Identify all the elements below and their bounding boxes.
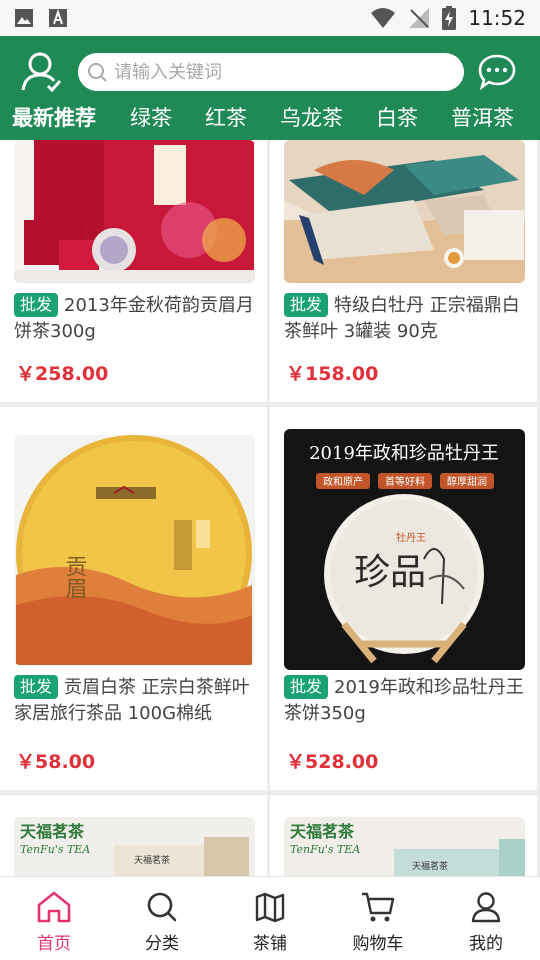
brand-logo-text: 天福茗茶 <box>20 822 85 841</box>
product-card[interactable]: 批发 2013年金秋荷韵贡眉月饼茶300g ￥258.00 <box>0 140 267 402</box>
product-title-block[interactable]: 批发 贡眉白茶 正宗白茶鲜叶 家居旅行茶品 100G棉纸 <box>14 675 259 727</box>
product-price: ￥158.00 <box>286 363 379 385</box>
product-title-block[interactable]: 批发 2019年政和珍品牡丹王茶饼350g <box>284 675 529 727</box>
profile-button[interactable] <box>20 50 62 93</box>
tab-white-tea[interactable]: 白茶 <box>376 102 418 132</box>
box-brand-text: 天福茗茶 <box>412 860 448 872</box>
tab-puer[interactable]: 普洱茶 <box>451 102 514 132</box>
status-bar: 11:52 <box>0 0 540 36</box>
user-check-icon <box>21 52 62 93</box>
nav-home[interactable]: 首页 <box>0 877 108 960</box>
nav-label: 首页 <box>37 934 71 954</box>
font-notification-icon <box>49 8 67 27</box>
messages-button[interactable] <box>478 53 516 91</box>
wholesale-badge: 批发 <box>284 293 329 317</box>
category-tabs: 最新推荐 绿茶 红茶 乌龙茶 白茶 普洱茶 <box>0 102 540 136</box>
tab-black-tea[interactable]: 红茶 <box>205 102 247 132</box>
product-price: ￥58.00 <box>16 751 96 773</box>
wholesale-badge: 批发 <box>14 675 59 699</box>
nav-category[interactable]: 分类 <box>108 877 216 960</box>
battery-charging-icon <box>442 6 457 30</box>
brand-logo-en: TenFu's TEA <box>20 843 90 856</box>
home-icon <box>37 891 71 923</box>
product-card[interactable]: 2019年政和珍品牡丹王 政和原产 首等好料 醇厚甜润 珍品 牡丹王 批发 20… <box>270 407 537 790</box>
product-title[interactable]: 批发 2013年金秋荷韵贡眉月饼茶300g <box>14 293 259 345</box>
product-image: 2019年政和珍品牡丹王 政和原产 首等好料 醇厚甜润 珍品 牡丹王 <box>284 429 525 670</box>
tea-cake-label: 贡眉 <box>62 555 88 599</box>
promo-tag: 首等好料 <box>385 475 425 488</box>
brand-logo-en: TenFu's TEA <box>290 843 360 856</box>
search-icon <box>88 63 107 82</box>
search-input[interactable] <box>114 61 464 83</box>
bottom-navigation: 首页 分类 茶铺 购物车 我的 <box>0 876 540 960</box>
product-card[interactable]: 批发 特级白牡丹 正宗福鼎白茶鲜叶 3罐装 90克 ￥158.00 <box>270 140 537 402</box>
no-signal-icon <box>409 8 430 28</box>
product-image: 贡眉 <box>14 435 255 665</box>
gallery-notification-icon <box>15 9 33 27</box>
nav-label: 我的 <box>469 934 503 954</box>
map-icon <box>255 892 285 923</box>
tab-green-tea[interactable]: 绿茶 <box>130 102 172 132</box>
tab-oolong[interactable]: 乌龙茶 <box>280 102 343 132</box>
chat-bubble-icon <box>478 54 516 91</box>
promo-tag: 政和原产 <box>323 475 363 488</box>
cart-icon <box>362 892 395 922</box>
clock: 11:52 <box>468 6 526 30</box>
nav-label: 购物车 <box>352 934 404 954</box>
app-screen: 11:52 最新推荐 <box>0 0 540 960</box>
product-image <box>14 140 255 283</box>
wholesale-badge: 批发 <box>14 293 59 317</box>
nav-shops[interactable]: 茶铺 <box>216 877 324 960</box>
wifi-icon <box>371 8 396 28</box>
tea-cake-calligraphy: 珍品 <box>354 552 426 593</box>
box-brand-text: 天福茗茶 <box>134 854 170 866</box>
promo-banner-text: 2019年政和珍品牡丹王 <box>309 443 499 464</box>
promo-tag: 醇厚甜润 <box>447 475 487 488</box>
product-image <box>284 140 525 283</box>
brand-logo-text: 天福茗茶 <box>290 822 355 841</box>
nav-cart[interactable]: 购物车 <box>324 877 432 960</box>
nav-profile[interactable]: 我的 <box>432 877 540 960</box>
wholesale-badge: 批发 <box>284 675 329 699</box>
search-icon <box>147 892 177 922</box>
tab-latest[interactable]: 最新推荐 <box>12 102 96 132</box>
nav-label: 分类 <box>145 934 179 954</box>
nav-label: 茶铺 <box>253 934 287 954</box>
tea-cake-sublabel: 牡丹王 <box>396 531 426 544</box>
app-header: 最新推荐 绿茶 红茶 乌龙茶 白茶 普洱茶 <box>0 36 540 140</box>
user-icon <box>471 892 501 923</box>
product-price: ￥528.00 <box>286 751 379 773</box>
search-bar[interactable] <box>78 53 464 91</box>
product-price: ￥258.00 <box>16 363 109 385</box>
product-title[interactable]: 批发 特级白牡丹 正宗福鼎白茶鲜叶 3罐装 90克 <box>284 293 529 345</box>
product-card[interactable]: 贡眉 批发 贡眉白茶 正宗白茶鲜叶 家居旅行茶品 100G棉纸 ￥58.00 <box>0 407 267 790</box>
